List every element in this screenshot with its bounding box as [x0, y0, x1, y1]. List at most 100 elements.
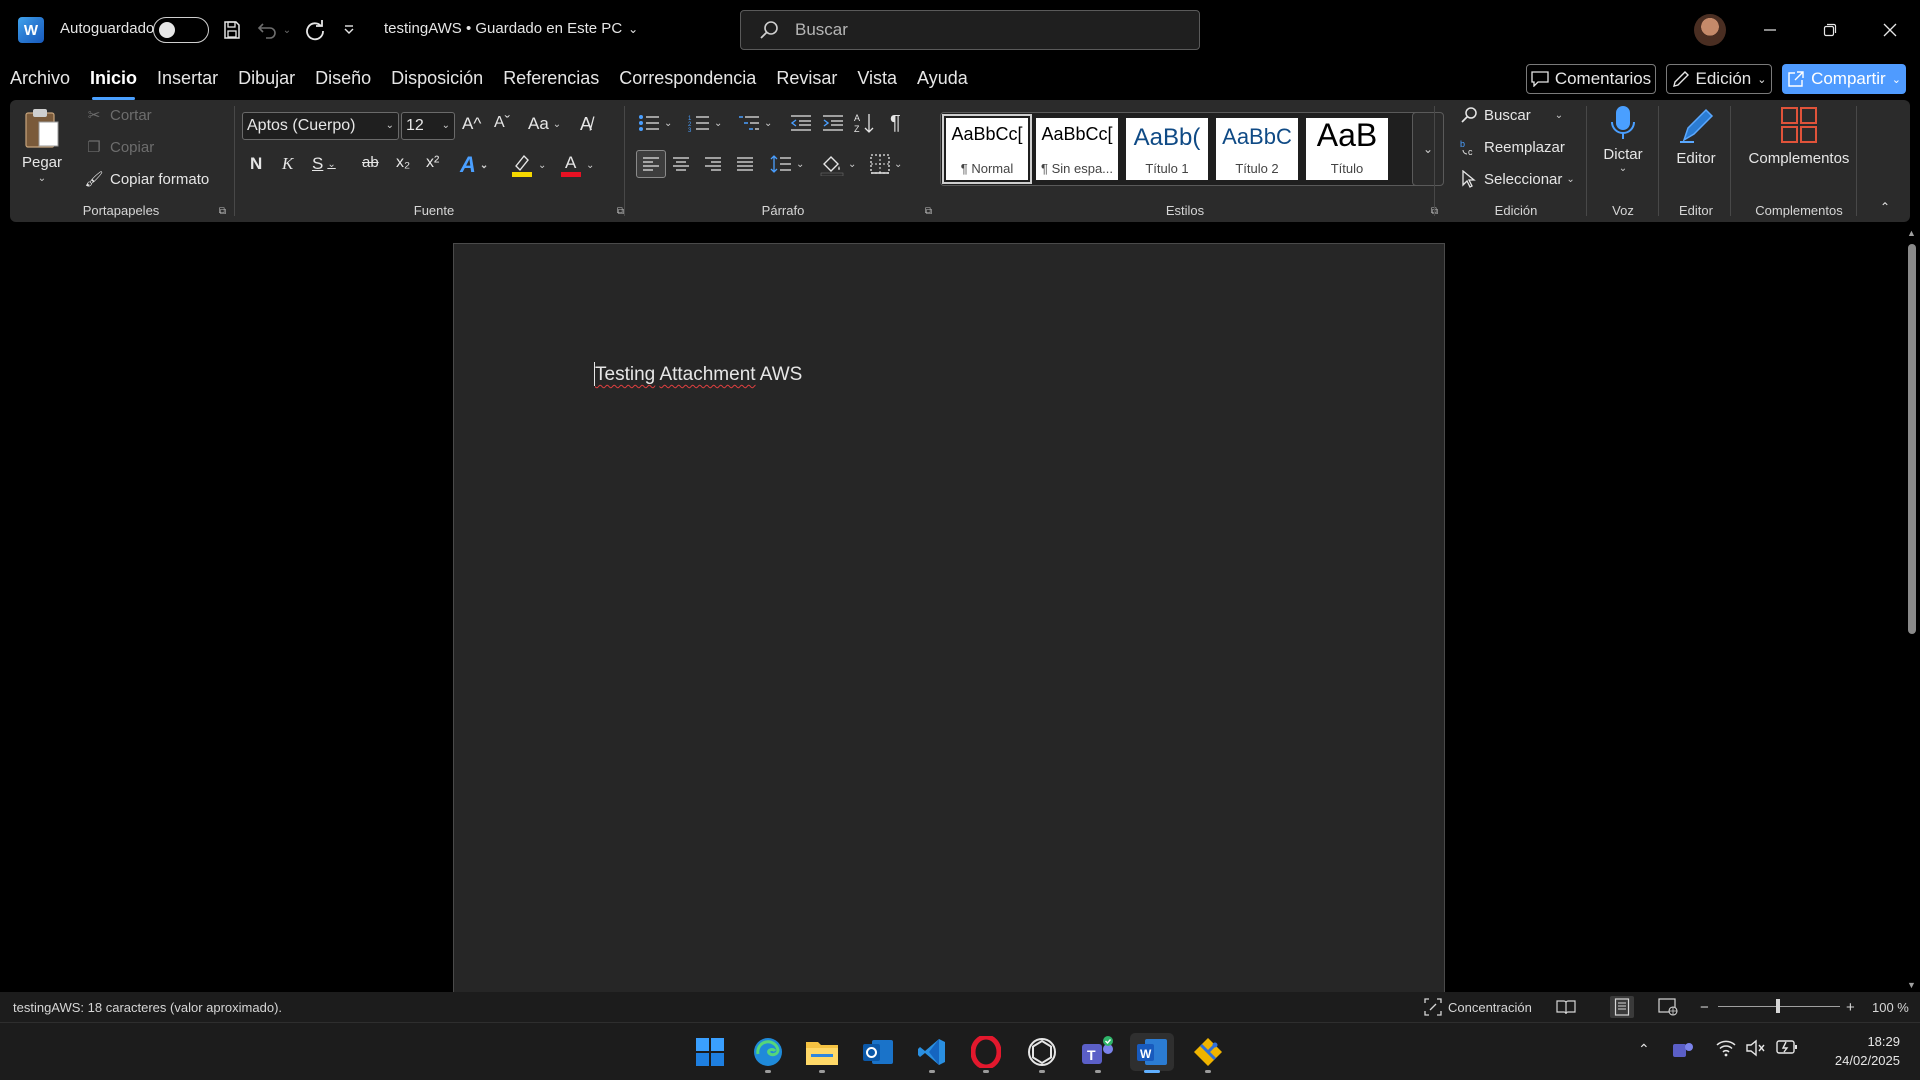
git-icon: [1194, 1038, 1222, 1066]
zoom-slider-thumb[interactable]: [1776, 999, 1780, 1013]
document-title[interactable]: testingAWS • Guardado en Este PC ⌄: [384, 20, 638, 37]
divider: [1658, 106, 1659, 216]
customize-qat-icon[interactable]: [338, 15, 360, 45]
editing-mode-button[interactable]: Edición ⌄: [1666, 64, 1772, 94]
replace-icon: bc: [1460, 139, 1473, 156]
taskbar-opera[interactable]: [964, 1033, 1008, 1073]
share-button[interactable]: Compartir ⌄: [1782, 64, 1906, 94]
tab-correspondencia[interactable]: Correspondencia: [609, 62, 766, 96]
save-button[interactable]: [218, 15, 246, 45]
web-layout-button[interactable]: [1658, 996, 1678, 1018]
zoom-level[interactable]: 100 %: [1872, 996, 1909, 1018]
clock-time: 18:29: [1867, 1034, 1900, 1049]
user-avatar[interactable]: [1694, 14, 1726, 46]
addins-button[interactable]: Complementos: [1734, 106, 1864, 167]
voice-group-label: Voz: [1612, 203, 1634, 218]
comments-button[interactable]: Comentarios: [1526, 64, 1656, 94]
tray-overflow-icon[interactable]: ⌃: [1638, 1041, 1650, 1058]
redo-button[interactable]: [298, 15, 332, 45]
taskbar-vscode[interactable]: [910, 1033, 954, 1073]
title-bar: W Autoguardado ⌄ testingAWS • Guardado e…: [0, 0, 1920, 60]
print-layout-button[interactable]: [1610, 996, 1634, 1018]
scroll-down-icon[interactable]: ▼: [1907, 980, 1916, 990]
clock-date: 24/02/2025: [1834, 1053, 1900, 1068]
tab-archivo[interactable]: Archivo: [0, 62, 80, 96]
tab-ayuda[interactable]: Ayuda: [907, 62, 978, 96]
tab-inicio[interactable]: Inicio: [80, 62, 147, 100]
focus-mode-button[interactable]: Concentración: [1424, 996, 1532, 1018]
cursor-arrow-icon: [1462, 170, 1476, 188]
tab-revisar[interactable]: Revisar: [766, 62, 847, 96]
zoom-out-button[interactable]: −: [1700, 996, 1709, 1018]
restore-button[interactable]: [1800, 10, 1860, 50]
search-input[interactable]: Buscar: [740, 10, 1200, 50]
misspelled-word[interactable]: Testing: [595, 364, 655, 385]
document-canvas[interactable]: Testing Attachment AWS: [0, 226, 1904, 1023]
read-mode-button[interactable]: [1556, 996, 1576, 1018]
tab-insertar[interactable]: Insertar: [147, 62, 228, 96]
addins-group-label: Complementos: [1755, 203, 1843, 218]
divider: [1856, 106, 1857, 216]
zoom-in-button[interactable]: +: [1846, 996, 1855, 1018]
battery-icon[interactable]: [1776, 1039, 1798, 1060]
style-no-spacing[interactable]: AaBbCc[ ¶ Sin espa...: [1036, 118, 1118, 180]
replace-label: Reemplazar: [1484, 138, 1565, 156]
style-heading-2[interactable]: AaBbC Título 2: [1216, 118, 1298, 180]
undo-button[interactable]: ⌄: [254, 15, 294, 45]
running-indicator: [929, 1070, 935, 1073]
select-button[interactable]: Seleccionar ⌄: [1460, 170, 1575, 188]
misspelled-word[interactable]: Attachment: [659, 364, 755, 385]
undo-dropdown-icon[interactable]: ⌄: [283, 25, 291, 36]
vertical-scrollbar[interactable]: ▲ ▼: [1904, 226, 1920, 992]
editor-label: Editor: [1676, 150, 1716, 167]
collapse-ribbon-button[interactable]: ⌃: [1880, 200, 1890, 214]
focus-label: Concentración: [1448, 999, 1532, 1015]
wifi-icon[interactable]: [1716, 1039, 1736, 1062]
close-button[interactable]: [1860, 10, 1920, 50]
style-normal[interactable]: AaBbCc[ ¶ Normal: [942, 114, 1032, 184]
taskbar-git[interactable]: [1186, 1033, 1230, 1073]
tab-dibujar[interactable]: Dibujar: [228, 62, 305, 96]
taskbar-teams[interactable]: T: [1076, 1033, 1120, 1073]
editing-mode-label: Edición: [1695, 69, 1752, 88]
scroll-up-icon[interactable]: ▲: [1907, 228, 1916, 238]
taskbar-outlook[interactable]: [856, 1033, 900, 1071]
style-name: ¶ Normal: [960, 161, 1014, 176]
style-preview: AaBb(: [1133, 124, 1201, 151]
plus-icon: +: [1846, 998, 1855, 1016]
teams-tray-icon[interactable]: [1672, 1039, 1694, 1064]
replace-button[interactable]: bc Reemplazar: [1460, 138, 1565, 157]
taskbar-explorer[interactable]: [800, 1033, 844, 1073]
divider: [1434, 106, 1435, 216]
minimize-button[interactable]: [1740, 10, 1800, 50]
dictate-button[interactable]: Dictar ⌄: [1590, 104, 1656, 174]
autosave-toggle[interactable]: [153, 17, 209, 43]
taskbar-chatgpt[interactable]: [1020, 1033, 1064, 1073]
tab-vista[interactable]: Vista: [847, 62, 907, 96]
word-count-status[interactable]: testingAWS: 18 caracteres (valor aproxim…: [13, 1000, 282, 1015]
search-icon: [760, 21, 778, 39]
scrollbar-thumb[interactable]: [1908, 244, 1916, 634]
editing-group-label: Edición: [1494, 203, 1538, 218]
teams-icon: T: [1082, 1036, 1113, 1064]
print-layout-icon: [1614, 998, 1630, 1016]
outlook-icon: [863, 1040, 893, 1064]
document-paragraph[interactable]: Testing Attachment AWS: [595, 364, 802, 386]
taskbar-start[interactable]: [688, 1033, 732, 1071]
taskbar-word[interactable]: W: [1130, 1033, 1174, 1073]
style-heading-1[interactable]: AaBb( Título 1: [1126, 118, 1208, 180]
tab-diseno[interactable]: Diseño: [305, 62, 381, 96]
autosave-label: Autoguardado: [60, 20, 155, 37]
editor-button[interactable]: Editor: [1662, 106, 1730, 167]
style-preview: AaBbC: [1222, 124, 1292, 149]
find-button[interactable]: Buscar ⌄: [1460, 106, 1563, 124]
taskbar-edge[interactable]: [746, 1033, 790, 1073]
tab-disposicion[interactable]: Disposición: [381, 62, 493, 96]
status-bar: testingAWS: 18 caracteres (valor aproxim…: [0, 992, 1920, 1022]
speaker-muted-icon[interactable]: [1746, 1039, 1766, 1062]
system-clock[interactable]: 18:29 24/02/2025: [1818, 1032, 1900, 1070]
document-page[interactable]: Testing Attachment AWS: [453, 243, 1445, 1023]
style-title[interactable]: AaB Título: [1306, 118, 1388, 180]
close-icon: [1883, 23, 1897, 37]
tab-referencias[interactable]: Referencias: [493, 62, 609, 96]
